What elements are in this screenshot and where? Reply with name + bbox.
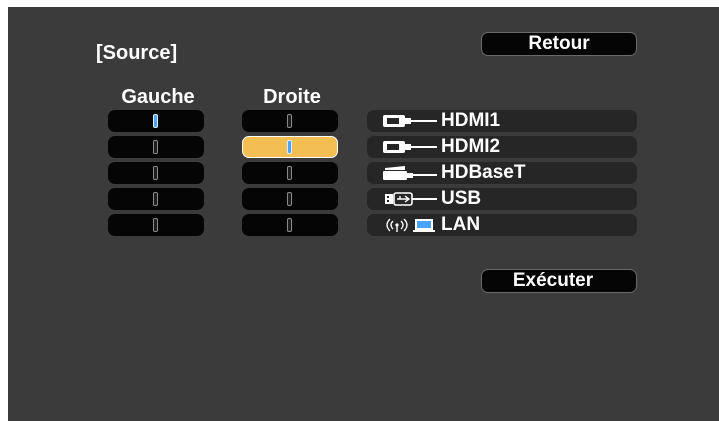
left-slot-hdmi2[interactable] xyxy=(108,136,204,158)
left-slot-marker xyxy=(153,192,158,206)
hdmi-icon xyxy=(367,110,439,132)
right-slot-marker xyxy=(287,140,292,154)
back-button[interactable]: Retour xyxy=(481,32,637,56)
execute-button[interactable]: Exécuter xyxy=(481,269,637,293)
right-slot-hdmi1[interactable] xyxy=(242,110,338,132)
left-slot-marker xyxy=(153,166,158,180)
left-slot-lan[interactable] xyxy=(108,214,204,236)
projector-menu-screen: [Source] Retour Gauche Droite HDMI1 HDMI… xyxy=(8,7,719,421)
right-slot-marker xyxy=(287,166,292,180)
right-slot-column xyxy=(242,110,338,240)
source-label: HDMI1 xyxy=(441,110,501,131)
left-slot-marker xyxy=(153,218,158,232)
left-slot-usb[interactable] xyxy=(108,188,204,210)
right-column-header: Droite xyxy=(263,86,321,108)
left-slot-marker xyxy=(153,140,158,154)
right-slot-hdbaset[interactable] xyxy=(242,162,338,184)
hdmi-icon xyxy=(367,136,439,158)
left-slot-column xyxy=(108,110,204,240)
source-label: HDMI2 xyxy=(441,136,501,157)
usb-icon xyxy=(367,188,439,210)
lan-icon xyxy=(367,214,439,236)
source-label: USB xyxy=(441,188,482,209)
source-item-hdbaset: HDBaseT xyxy=(367,162,637,184)
left-slot-hdbaset[interactable] xyxy=(108,162,204,184)
page-title: [Source] xyxy=(96,42,178,64)
hdbaset-icon xyxy=(367,162,439,184)
source-item-lan: LAN xyxy=(367,214,637,236)
right-slot-marker xyxy=(287,192,292,206)
source-item-usb: USB xyxy=(367,188,637,210)
right-slot-lan[interactable] xyxy=(242,214,338,236)
source-item-hdmi2: HDMI2 xyxy=(367,136,637,158)
left-column-header: Gauche xyxy=(121,86,195,108)
source-list: HDMI1 HDMI2 HDBaseT USB LAN xyxy=(367,110,637,240)
right-slot-hdmi2[interactable] xyxy=(242,136,338,158)
source-label: HDBaseT xyxy=(441,162,526,183)
left-slot-hdmi1[interactable] xyxy=(108,110,204,132)
source-label: LAN xyxy=(441,214,481,235)
left-slot-marker xyxy=(153,114,158,128)
right-slot-marker xyxy=(287,218,292,232)
right-slot-usb[interactable] xyxy=(242,188,338,210)
source-item-hdmi1: HDMI1 xyxy=(367,110,637,132)
right-slot-marker xyxy=(287,114,292,128)
